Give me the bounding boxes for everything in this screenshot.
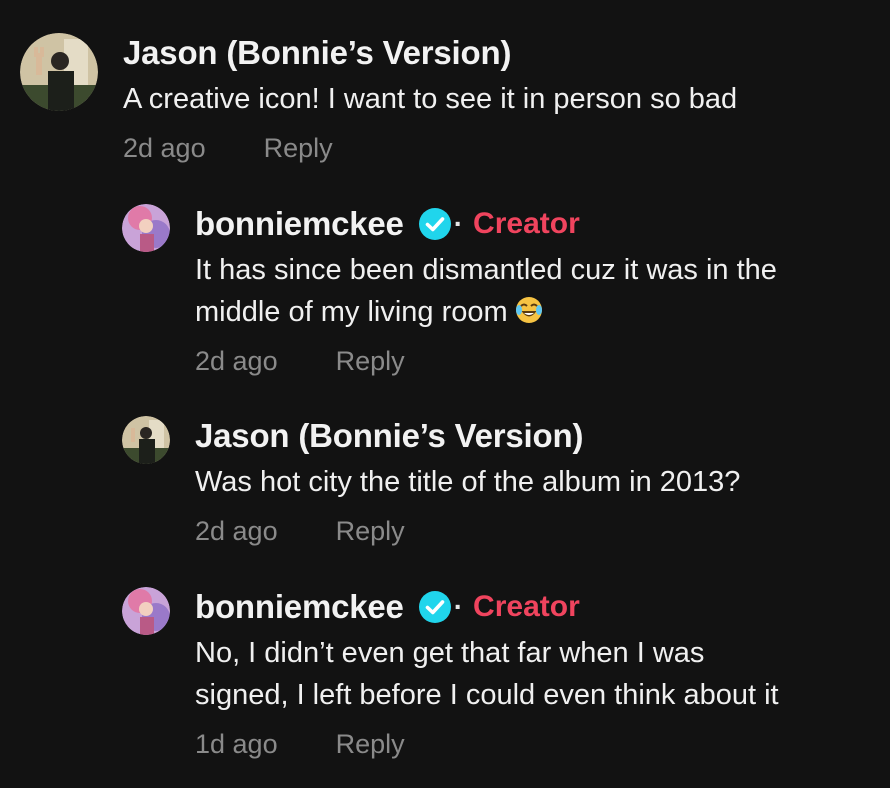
comment-item: Jason (Bonnie’s Version) A creative icon… — [20, 33, 737, 164]
separator-dot: · — [453, 591, 464, 622]
avatar[interactable] — [122, 416, 170, 464]
comment-timestamp: 2d ago — [195, 346, 278, 376]
creator-badge: Creator — [473, 207, 580, 240]
comment-author[interactable]: bonniemckee — [195, 588, 404, 626]
reply-button[interactable]: Reply — [336, 729, 405, 760]
comment-timestamp: 2d ago — [195, 516, 278, 546]
separator-dot: · — [453, 208, 464, 239]
reply-button[interactable]: Reply — [336, 516, 405, 547]
comment-author[interactable]: Jason (Bonnie’s Version) — [123, 34, 511, 72]
reply-item: bonniemckee · Creator No, I didn’t even … — [122, 587, 779, 760]
comment-meta: 2d ago Reply — [123, 133, 737, 164]
reply-button[interactable]: Reply — [264, 133, 333, 164]
comment-meta: 2d ago Reply — [195, 516, 740, 547]
comment-text: It has since been dismantled cuz it was … — [195, 254, 777, 328]
comment-timestamp: 2d ago — [123, 133, 206, 163]
avatar[interactable] — [122, 587, 170, 635]
comment-author[interactable]: Jason (Bonnie’s Version) — [195, 417, 583, 455]
avatar[interactable] — [122, 204, 170, 252]
reply-button[interactable]: Reply — [336, 346, 405, 377]
reply-item: bonniemckee · Creator It has since been … — [122, 204, 777, 377]
comment-timestamp: 1d ago — [195, 729, 278, 759]
comment-author[interactable]: bonniemckee — [195, 205, 404, 243]
comment-meta: 1d ago Reply — [195, 729, 779, 760]
reply-item: Jason (Bonnie’s Version) Was hot city th… — [122, 416, 740, 547]
comment-text: A creative icon! I want to see it in per… — [123, 83, 738, 115]
comment-text: No, I didn’t even get that far when I wa… — [195, 637, 779, 711]
verified-badge-icon — [418, 208, 451, 240]
creator-badge: Creator — [473, 590, 580, 623]
face-with-tears-of-joy-icon — [515, 297, 542, 323]
comment-meta: 2d ago Reply — [195, 346, 777, 377]
avatar[interactable] — [20, 33, 98, 111]
verified-badge-icon — [418, 591, 451, 623]
comment-text: Was hot city the title of the album in 2… — [195, 466, 741, 498]
